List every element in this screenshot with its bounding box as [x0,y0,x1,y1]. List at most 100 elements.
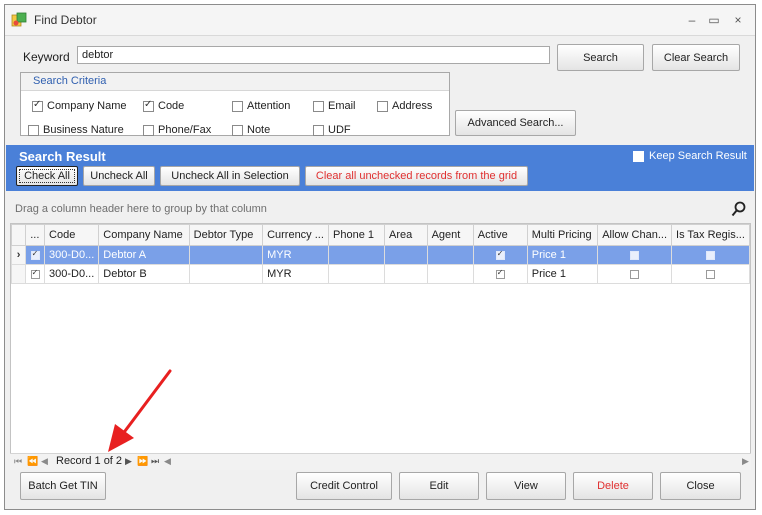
search-button[interactable]: Search [557,44,644,71]
view-button[interactable]: View [486,472,566,500]
delete-button[interactable]: Delete [573,472,653,500]
criteria-attention-label: Attention [247,100,291,112]
cell-phone[interactable] [328,264,385,284]
cell-company-name[interactable]: Debtor B [98,264,190,284]
table-row[interactable]: 300-D0...Debtor B MYR Price 1 [11,264,750,284]
edit-button[interactable]: Edit [399,472,479,500]
criteria-company-name-checkbox[interactable] [32,99,43,112]
cell-tax-registered[interactable] [671,245,750,265]
cell-allow-change-box[interactable] [630,250,640,260]
row-indicator-header [11,224,27,246]
record-counter: Record 1 of 2 [56,455,123,467]
column-header-select[interactable]: ... [25,224,46,246]
cell-debtor-type[interactable] [188,264,264,284]
column-header-active[interactable]: Active [472,224,528,246]
criteria-phone-fax-label: Phone/Fax [158,124,212,136]
cell-active-box[interactable] [495,249,505,260]
criteria-attention-checkbox[interactable] [232,101,243,112]
row-select-checkbox[interactable] [25,245,46,265]
criteria-note-checkbox[interactable] [232,125,243,136]
title-bar: Find Debtor – ▭ × [5,5,755,36]
column-header-phone[interactable]: Phone 1 [328,224,385,246]
cell-allow-change[interactable] [597,264,673,284]
column-header-code[interactable]: Code [44,224,100,246]
cell-area[interactable] [384,245,428,265]
uncheck-selection-button[interactable]: Uncheck All in Selection [160,166,300,186]
cell-debtor-type[interactable] [188,245,264,265]
close-icon[interactable]: × [729,11,747,29]
criteria-udf-checkbox[interactable] [313,125,324,136]
column-header-tax-registered[interactable]: Is Tax Regis... [671,224,750,246]
column-header-currency[interactable]: Currency ... [262,224,330,246]
cell-multi-pricing[interactable]: Price 1 [526,264,599,284]
check-all-button[interactable]: Check All [16,166,78,186]
column-header-area[interactable]: Area [384,224,428,246]
criteria-udf-label: UDF [328,124,351,136]
criteria-code-label: Code [158,100,185,112]
clear-unchecked-button[interactable]: Clear all unchecked records from the gri… [305,166,528,186]
criteria-business-nature-checkbox[interactable] [28,125,39,136]
last-record-icon[interactable]: ⏭ [151,456,159,467]
debtor-grid[interactable]: ... Code Company Name Debtor Type Curren… [10,223,751,467]
keep-search-result-checkbox[interactable] [633,151,644,162]
cell-currency[interactable]: MYR [262,245,330,265]
search-icon[interactable] [731,201,747,218]
search-result-title: Search Result [19,149,106,164]
row-indicator[interactable] [11,264,27,284]
uncheck-all-button[interactable]: Uncheck All [83,166,155,186]
cell-active-box[interactable] [495,268,505,279]
criteria-address-checkbox[interactable] [377,101,388,112]
row-select-checkbox[interactable] [25,264,46,284]
column-header-company-name[interactable]: Company Name [98,224,190,246]
row-select-checkbox-box[interactable] [30,249,40,260]
scroll-left-icon[interactable]: ◀ [164,456,171,467]
cell-area[interactable] [384,264,428,284]
cell-currency[interactable]: MYR [262,264,330,284]
prev-record-icon[interactable]: ◀ [41,456,48,467]
cell-phone[interactable] [328,245,385,265]
cell-tax-registered[interactable] [671,264,750,284]
search-criteria-header: Search Criteria [21,73,449,91]
cell-tax-registered-box[interactable] [706,250,715,260]
criteria-email-checkbox[interactable] [313,101,324,112]
cell-agent[interactable] [426,245,474,265]
row-select-checkbox-box[interactable] [30,268,40,279]
row-indicator[interactable]: › [11,245,27,265]
credit-control-button[interactable]: Credit Control [296,472,392,500]
cell-active[interactable] [472,245,528,265]
record-navigator: ⏮ ⏪ ◀ Record 1 of 2 ▶ ⏩ ⏭ ◀ ▶ [10,453,751,470]
criteria-code-checkbox[interactable] [143,99,154,112]
maximize-icon[interactable]: ▭ [705,11,723,29]
debtor-table: ... Code Company Name Debtor Type Curren… [11,224,750,284]
column-header-agent[interactable]: Agent [426,224,474,246]
cell-company-name[interactable]: Debtor A [98,245,190,265]
search-criteria-title: Search Criteria [33,75,107,87]
cell-code[interactable]: 300-D0... [44,264,100,284]
cell-agent[interactable] [426,264,474,284]
prev-page-icon[interactable]: ⏪ [27,456,38,467]
next-record-icon[interactable]: ▶ [125,456,132,467]
minimize-icon[interactable]: – [683,11,701,29]
clear-search-button[interactable]: Clear Search [652,44,740,71]
group-panel[interactable]: Drag a column header here to group by th… [10,199,751,221]
advanced-search-button[interactable]: Advanced Search... [455,110,576,136]
group-hint: Drag a column header here to group by th… [15,203,267,215]
keyword-input[interactable] [77,46,550,64]
column-header-debtor-type[interactable]: Debtor Type [188,224,264,246]
next-page-icon[interactable]: ⏩ [137,456,148,467]
column-header-allow-change[interactable]: Allow Chan... [597,224,673,246]
cell-allow-change-box[interactable] [630,269,640,279]
cell-multi-pricing[interactable]: Price 1 [526,245,599,265]
cell-allow-change[interactable] [597,245,673,265]
table-row[interactable]: › 300-D0...Debtor A MYR Price 1 [11,245,750,265]
cell-active[interactable] [472,264,528,284]
close-button[interactable]: Close [660,472,741,500]
batch-get-tin-button[interactable]: Batch Get TIN [20,472,106,500]
cell-code[interactable]: 300-D0... [44,245,100,265]
criteria-phone-fax-checkbox[interactable] [143,125,154,136]
scroll-right-icon[interactable]: ▶ [742,456,749,467]
first-record-icon[interactable]: ⏮ [14,456,22,467]
grid-header-row: ... Code Company Name Debtor Type Curren… [11,224,750,246]
column-header-multi-pricing[interactable]: Multi Pricing [526,224,599,246]
cell-tax-registered-box[interactable] [706,269,715,279]
